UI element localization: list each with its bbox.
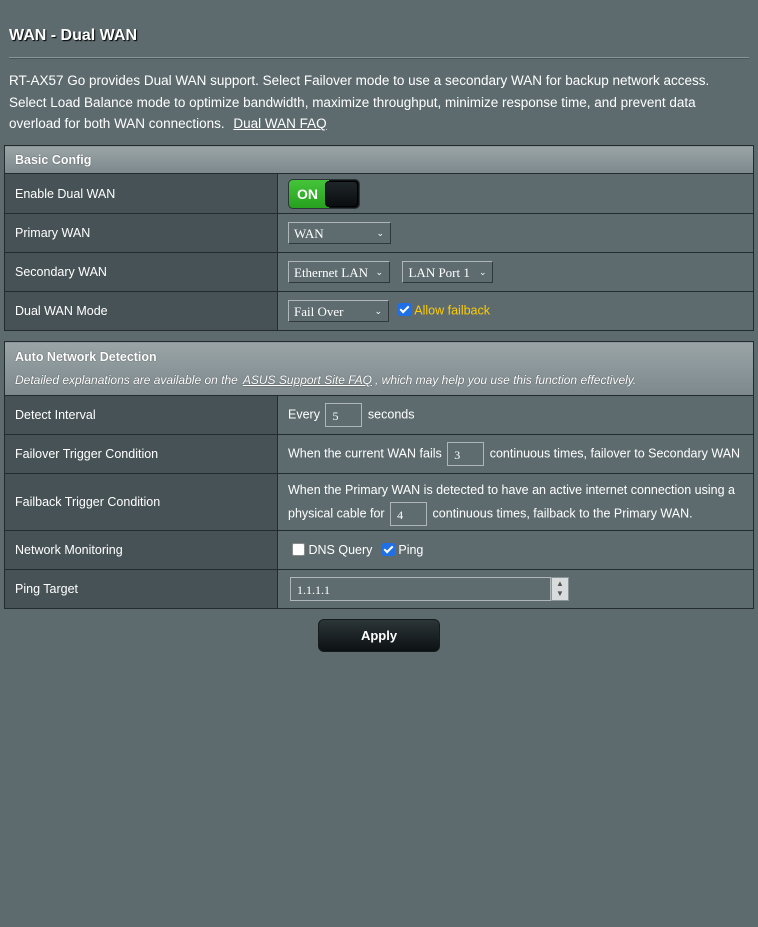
detect-interval-label: Detect Interval — [4, 395, 278, 435]
dual-wan-mode-value: Fail Over — [294, 304, 344, 319]
enable-dual-wan-toggle[interactable]: ON — [288, 178, 360, 209]
chevron-down-icon: ⌄ — [478, 268, 487, 278]
chevron-down-icon: ⌄ — [376, 229, 384, 239]
ping-target-input[interactable]: 1.1.1.1 — [290, 577, 551, 601]
allow-failback-label: Allow failback — [414, 303, 491, 318]
dns-query-label: DNS Query — [308, 543, 373, 557]
auto-detection-table: Auto Network Detection Detailed explanat… — [4, 341, 754, 609]
auto-detection-note: Detailed explanations are available on t… — [15, 373, 743, 387]
toggle-on-label: ON — [289, 179, 329, 208]
secondary-wan-port-select[interactable]: LAN Port 1 ⌄ — [402, 261, 494, 283]
chevron-down-icon: ⌄ — [374, 307, 382, 317]
secondary-wan-port-value: LAN Port 1 — [408, 265, 470, 280]
failover-post: continuous times, failover to Secondary … — [489, 446, 741, 461]
failback-post: continuous times, failback to the Primar… — [432, 505, 693, 520]
asus-support-faq-link[interactable]: ASUS Support Site FAQ — [243, 373, 372, 387]
intro-description: RT-AX57 Go provides Dual WAN support. Se… — [9, 73, 710, 131]
primary-wan-value: WAN — [294, 226, 324, 241]
detect-interval-pre: Every — [288, 407, 320, 422]
detect-interval-input[interactable]: 5 — [325, 403, 363, 427]
auto-detection-header: Auto Network Detection Detailed explanat… — [4, 341, 754, 396]
basic-config-table: Basic Config Enable Dual WAN ON Primary … — [4, 145, 754, 331]
secondary-wan-select[interactable]: Ethernet LAN ⌄ — [288, 261, 390, 283]
secondary-wan-value: Ethernet LAN — [294, 265, 369, 280]
failover-count-input[interactable]: 3 — [447, 442, 485, 466]
dual-wan-faq-link[interactable]: Dual WAN FAQ — [233, 116, 326, 131]
note-text-pre: Detailed explanations are available on t… — [15, 373, 238, 387]
intro-text: RT-AX57 Go provides Dual WAN support. Se… — [9, 70, 749, 135]
toggle-knob — [325, 180, 358, 207]
allow-failback-checkbox[interactable] — [398, 303, 412, 317]
network-monitoring-label: Network Monitoring — [4, 530, 278, 570]
dns-query-checkbox[interactable] — [292, 543, 305, 556]
detect-interval-post: seconds — [367, 407, 415, 422]
failback-pre: physical cable for — [288, 505, 385, 520]
ping-checkbox[interactable] — [381, 543, 395, 556]
secondary-wan-label: Secondary WAN — [4, 252, 278, 292]
failback-line1: When the Primary WAN is detected to have… — [288, 482, 735, 497]
primary-wan-label: Primary WAN — [4, 213, 278, 253]
primary-wan-select[interactable]: WAN ⌄ — [288, 222, 391, 244]
enable-dual-wan-label: Enable Dual WAN — [4, 173, 278, 214]
ping-target-label: Ping Target — [4, 569, 278, 609]
basic-config-header: Basic Config — [4, 145, 754, 174]
chevron-down-icon: ⌄ — [375, 268, 383, 278]
page-title: WAN - Dual WAN — [9, 27, 137, 44]
ping-target-stepper-icon[interactable]: ▲ ▼ — [551, 577, 569, 601]
note-text-post: , which may help you use this function e… — [375, 373, 637, 387]
dual-wan-mode-select[interactable]: Fail Over ⌄ — [288, 300, 389, 322]
failover-pre: When the current WAN fails — [288, 446, 442, 461]
failover-trigger-label: Failover Trigger Condition — [4, 434, 278, 474]
title-divider — [9, 57, 749, 58]
failback-trigger-label: Failback Trigger Condition — [4, 473, 278, 531]
dual-wan-page: WAN - Dual WAN RT-AX57 Go provides Dual … — [0, 0, 758, 927]
failback-count-input[interactable]: 4 — [390, 501, 428, 526]
auto-detection-title: Auto Network Detection — [15, 350, 157, 364]
ping-label: Ping — [398, 543, 424, 557]
apply-button[interactable]: Apply — [318, 619, 440, 652]
dual-wan-mode-label: Dual WAN Mode — [4, 291, 278, 331]
